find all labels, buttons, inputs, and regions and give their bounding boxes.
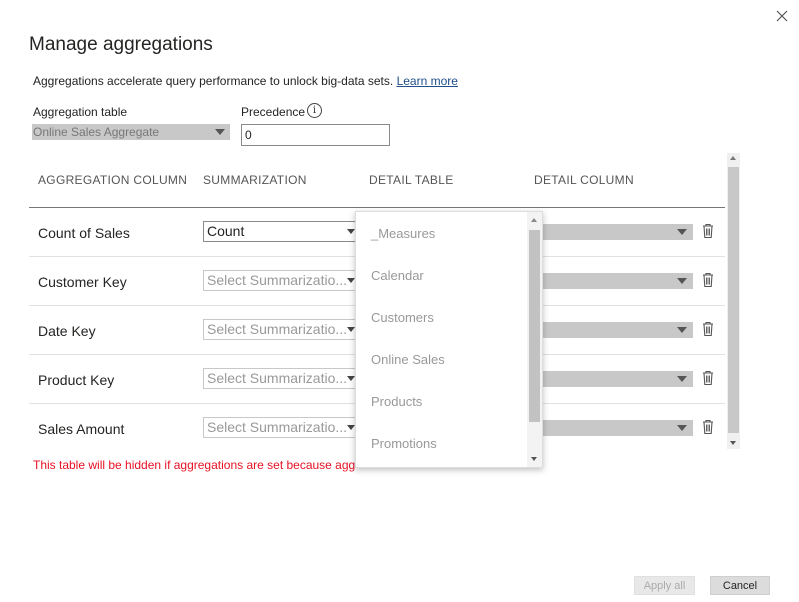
- chevron-down-icon: [347, 376, 355, 381]
- dropdown-scrollbar[interactable]: [527, 212, 542, 467]
- aggregation-table-value: Online Sales Aggregate: [33, 125, 160, 139]
- summarization-select[interactable]: Select Summarizatio...: [203, 270, 359, 291]
- chevron-down-icon: [347, 425, 355, 430]
- header-summarization: SUMMARIZATION: [203, 173, 307, 187]
- chevron-down-icon: [677, 229, 687, 235]
- dialog-description: Aggregations accelerate query performanc…: [33, 74, 458, 88]
- info-icon[interactable]: i: [307, 103, 322, 118]
- summarization-select[interactable]: Count: [203, 221, 359, 242]
- detail-column-select[interactable]: [539, 322, 693, 338]
- dropdown-option[interactable]: Promotions: [371, 436, 437, 451]
- row-label: Sales Amount: [38, 421, 125, 437]
- scroll-up-icon[interactable]: [730, 156, 736, 160]
- precedence-label: Precedence: [241, 105, 306, 119]
- dropdown-option[interactable]: Products: [371, 394, 422, 409]
- table-scrollbar[interactable]: [727, 153, 740, 449]
- chevron-down-icon: [215, 129, 225, 135]
- manage-aggregations-dialog: Manage aggregations Aggregations acceler…: [0, 0, 799, 602]
- chevron-down-icon: [677, 327, 687, 333]
- dialog-title: Manage aggregations: [29, 34, 213, 55]
- chevron-down-icon: [347, 327, 355, 332]
- chevron-down-icon: [347, 229, 355, 234]
- summarization-select[interactable]: Select Summarizatio...: [203, 319, 359, 340]
- header-aggregation-column: AGGREGATION COLUMN: [38, 173, 188, 187]
- learn-more-link[interactable]: Learn more: [397, 74, 458, 88]
- detail-column-select[interactable]: [539, 224, 693, 240]
- row-label: Count of Sales: [38, 225, 130, 241]
- apply-all-button[interactable]: Apply all: [634, 576, 695, 595]
- cancel-button[interactable]: Cancel: [710, 576, 770, 595]
- description-text: Aggregations accelerate query performanc…: [33, 74, 394, 88]
- header-detail-table: DETAIL TABLE: [369, 173, 454, 187]
- dropdown-option[interactable]: _Measures: [371, 226, 435, 241]
- scroll-up-icon[interactable]: [531, 218, 537, 222]
- header-detail-column: DETAIL COLUMN: [534, 173, 634, 187]
- scroll-down-icon[interactable]: [531, 457, 537, 461]
- summarization-select[interactable]: Select Summarizatio...: [203, 368, 359, 389]
- aggregation-table-select[interactable]: Online Sales Aggregate: [32, 124, 230, 140]
- chevron-down-icon: [677, 425, 687, 431]
- row-label: Product Key: [38, 372, 115, 388]
- trash-icon[interactable]: [701, 419, 715, 435]
- detail-column-select[interactable]: [539, 420, 693, 436]
- dropdown-option[interactable]: Online Sales: [371, 352, 445, 367]
- aggregation-table-label: Aggregation table: [33, 105, 128, 119]
- chevron-down-icon: [677, 278, 687, 284]
- hidden-table-warning: This table will be hidden if aggregation…: [33, 458, 356, 472]
- trash-icon[interactable]: [701, 223, 715, 239]
- detail-column-select[interactable]: [539, 371, 693, 387]
- scrollbar-thumb[interactable]: [529, 230, 540, 422]
- chevron-down-icon: [347, 278, 355, 283]
- dropdown-option[interactable]: Calendar: [371, 268, 424, 283]
- dropdown-option[interactable]: Customers: [371, 310, 434, 325]
- row-label: Customer Key: [38, 274, 127, 290]
- detail-column-select[interactable]: [539, 273, 693, 289]
- scrollbar-thumb[interactable]: [728, 167, 739, 433]
- scroll-down-icon[interactable]: [730, 441, 736, 445]
- trash-icon[interactable]: [701, 272, 715, 288]
- trash-icon[interactable]: [701, 370, 715, 386]
- row-label: Date Key: [38, 323, 96, 339]
- detail-table-dropdown: _Measures Calendar Customers Online Sale…: [355, 211, 543, 468]
- trash-icon[interactable]: [701, 321, 715, 337]
- summarization-select[interactable]: Select Summarizatio...: [203, 417, 359, 438]
- chevron-down-icon: [677, 376, 687, 382]
- precedence-input[interactable]: [241, 124, 390, 146]
- close-icon[interactable]: [772, 6, 792, 26]
